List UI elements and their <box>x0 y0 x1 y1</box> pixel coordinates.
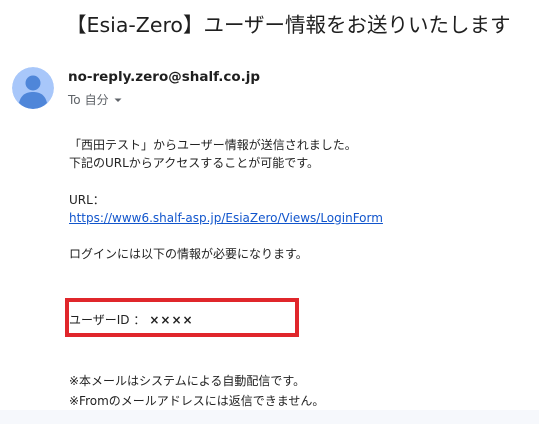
note-no-reply: ※Fromのメールアドレスには返信できません。 <box>69 394 325 408</box>
footer-notes: ※本メールはシステムによる自動配信です。 ※Fromのメールアドレスには返信でき… <box>69 371 324 411</box>
userid-label: ユーザーID ： <box>69 313 146 327</box>
userid-line: ユーザーID ： ×××× <box>69 311 194 329</box>
email-view: 【Esia-Zero】ユーザー情報をお送りいたします no-reply.zero… <box>0 0 539 424</box>
recipient-name: 自分 <box>84 93 109 107</box>
email-body: 「西田テスト」からユーザー情報が送信されました。 下記のURLからアクセスするこ… <box>69 136 383 263</box>
userid-masked-value: ×××× <box>149 313 194 327</box>
url-label: URL： <box>69 193 105 207</box>
sender-address[interactable]: no-reply.zero@shalf.co.jp <box>68 69 260 85</box>
note-auto-delivery: ※本メールはシステムによる自動配信です。 <box>69 374 306 388</box>
body-line-2: 下記のURLからアクセスすることが可能です。 <box>69 156 320 170</box>
body-line-1: 「西田テスト」からユーザー情報が送信されました。 <box>69 138 357 152</box>
chevron-down-icon[interactable] <box>113 95 123 105</box>
login-info-text: ログインには以下の情報が必要になります。 <box>69 247 308 261</box>
recipient-label: To <box>68 92 81 107</box>
email-subject: 【Esia-Zero】ユーザー情報をお送りいたします <box>66 13 511 37</box>
sender-avatar-icon[interactable] <box>12 67 54 109</box>
bottom-panel-edge <box>0 410 539 424</box>
recipient-details-toggle[interactable]: To 自分 <box>68 91 123 108</box>
login-url-link[interactable]: https://www6.shalf-asp.jp/EsiaZero/Views… <box>69 211 383 225</box>
